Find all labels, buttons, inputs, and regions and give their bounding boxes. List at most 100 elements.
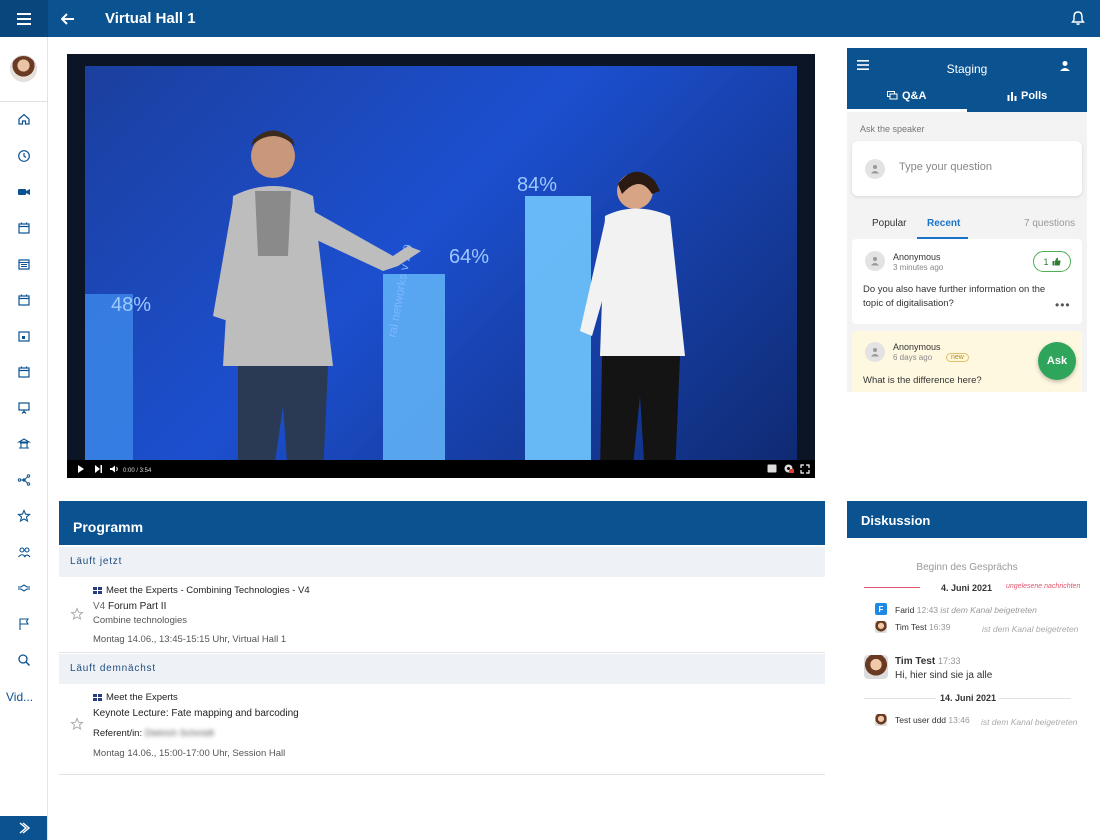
question-input[interactable]: Type your question [852,141,1082,196]
message-time: 12:43 [916,605,939,615]
more-options-button[interactable]: ••• [1055,298,1071,312]
question-count: 7 questions [1024,218,1076,229]
settings-icon[interactable] [783,463,794,474]
star-icon[interactable] [70,607,84,621]
fullscreen-icon[interactable] [800,464,810,474]
like-button[interactable]: 1 [1033,251,1071,272]
star-icon[interactable] [70,717,84,731]
tab-polls-label: Polls [1021,90,1048,102]
user-avatar [875,714,887,726]
question-time: 6 days ago [893,353,933,362]
sidebar-item-sponsors[interactable] [14,578,34,598]
grid-icon [93,693,103,701]
sidebar-item-more[interactable]: Vid... [6,690,33,704]
user-avatar[interactable] [10,55,37,82]
calendar-icon [18,222,30,234]
sidebar-item-favorites[interactable] [14,506,34,526]
sidebar-item-calendar-5[interactable] [14,362,34,382]
program-panel: Programm Läuft jetzt Meet the Experts - … [59,501,825,775]
ask-button[interactable]: Ask [1038,342,1076,380]
program-title: Programm [73,519,144,535]
program-event[interactable]: Meet the Experts Keynote Lecture: Fate m… [59,684,825,774]
program-event[interactable]: Meet the Experts - Combining Technologie… [59,577,825,652]
message-author: Tim Test 17:33 [895,656,961,667]
sidebar-item-calendar-1[interactable] [14,218,34,238]
tab-qa-label: Q&A [902,90,927,102]
section-now: Läuft jetzt [59,547,825,577]
event-speaker: Referent/in: Dietrich Schmidt [93,728,214,739]
user-avatar [875,621,887,633]
calendar-icon [18,294,30,306]
calendar-list-icon [18,259,30,270]
captions-icon[interactable] [767,464,777,473]
video-controls: 0:00 / 3:54 [67,460,815,478]
notifications-button[interactable] [1068,8,1088,28]
screen-value: 48% [111,294,152,316]
message-time: 17:33 [937,656,961,666]
sort-tab-popular[interactable]: Popular [872,218,906,229]
speaker-woman [580,171,685,476]
anonymous-avatar [865,342,885,362]
question-author: Anonymous [893,342,941,352]
question-placeholder: Type your question [899,161,992,173]
message-text: ist dem Kanal beigetreten [982,624,1079,634]
sidebar-expand-button[interactable] [0,816,47,840]
qa-panel: Staging Q&A Polls Ask the speaker Type y… [847,48,1087,392]
sidebar-divider [0,101,47,102]
sidebar-item-video[interactable] [14,182,34,202]
hamburger-menu-button[interactable] [0,0,48,37]
presentation-icon [18,402,30,414]
event-series-label: Meet the Experts [106,692,178,703]
video-player[interactable]: 48% 64% 84% ral networks v 2.0 0:00 / 3:… [67,54,815,478]
message-author: Farid [895,605,915,615]
tab-polls[interactable]: Polls [1007,90,1047,102]
bar-chart-icon [1007,92,1017,101]
active-tab-indicator [847,109,967,112]
back-button[interactable] [56,7,80,31]
sidebar-item-network[interactable] [14,470,34,490]
section-upcoming: Läuft demnächst [59,654,825,684]
question-text: Do you also have further information on … [863,284,1046,309]
handshake-icon [18,584,30,592]
sidebar-item-calendar-4[interactable] [14,326,34,346]
menu-icon [17,12,31,25]
speaker-man [213,130,421,476]
screen-value: 64% [449,246,490,268]
bell-icon [1071,11,1085,25]
anonymous-avatar [865,251,885,271]
booth-icon [17,438,31,449]
clock-icon [18,150,30,162]
user-icon [871,348,879,357]
video-camera-icon [18,189,30,195]
tab-qa[interactable]: Q&A [887,90,926,102]
sidebar-item-schedule[interactable] [14,146,34,166]
new-badge: new [946,353,969,362]
discussion-panel: Diskussion Beginn des Gesprächs 4. Juni … [847,501,1087,751]
speaker-label: Referent/in: [93,728,143,739]
message-text: ist dem Kanal beigetreten [981,717,1078,727]
sidebar-item-flag[interactable] [14,614,34,634]
sidebar-item-home[interactable] [14,109,34,129]
calendar-day-icon [18,331,30,342]
flag-icon [19,618,29,630]
sort-tab-recent[interactable]: Recent [927,218,960,229]
chat-icon [887,91,898,100]
sidebar-item-calendar-2[interactable] [14,254,34,274]
event-room-code: V4 [93,601,106,612]
home-icon [18,113,30,125]
question-time: 3 minutes ago [893,263,944,272]
volume-icon[interactable] [109,464,119,474]
sidebar-item-search[interactable] [14,650,34,670]
user-icon[interactable] [1059,60,1071,72]
next-icon[interactable] [94,464,103,474]
qa-panel-title: Staging [946,62,988,76]
sidebar-item-people[interactable] [14,542,34,562]
discussion-title: Diskussion [861,513,931,528]
like-count: 1 [1043,256,1049,267]
sidebar-item-calendar-3[interactable] [14,290,34,310]
sidebar-item-presentation[interactable] [14,398,34,418]
event-meta: Montag 14.06., 15:00-17:00 Uhr, Session … [93,748,286,759]
play-icon[interactable] [77,464,85,474]
video-time: 0:00 / 3:54 [123,468,152,474]
sidebar-item-exhibition[interactable] [14,434,34,454]
